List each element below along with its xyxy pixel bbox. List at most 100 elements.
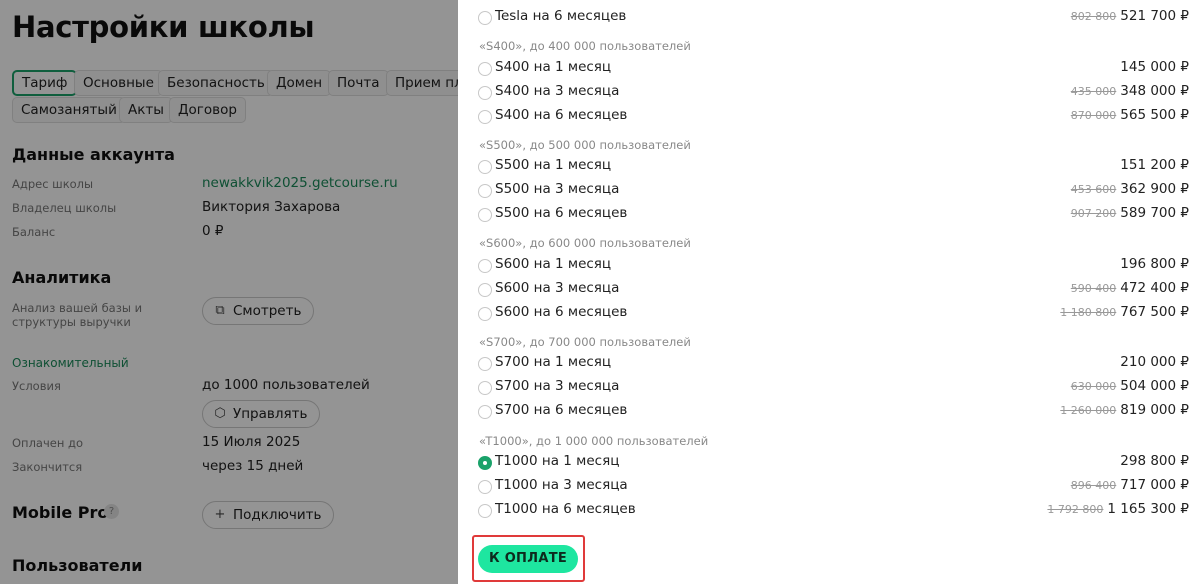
radio-button[interactable] (478, 160, 492, 174)
plan-old-price: 1 792 800 (1047, 503, 1104, 516)
plan-old-price: 453 600 (1070, 183, 1117, 196)
plan-old-price: 1 260 000 (1060, 404, 1117, 417)
radio-button[interactable] (478, 357, 492, 371)
plan-option[interactable]: S400 на 6 месяцев 870 000 565 500 ₽ (478, 106, 1189, 128)
plan-option-name: T1000 на 6 месяцев (495, 501, 636, 517)
plan-option-name: S500 на 6 месяцев (495, 205, 628, 221)
plan-option[interactable]: S600 на 3 месяца 590 400 472 400 ₽ (478, 279, 1189, 301)
plan-price: 362 900 ₽ (1120, 181, 1189, 197)
plan-option-name: S400 на 1 месяц (495, 59, 612, 75)
plan-option-price-block: 1 180 800 767 500 ₽ (1060, 304, 1189, 320)
plan-price: 565 500 ₽ (1120, 107, 1189, 123)
plan-option-price-block: 907 200 589 700 ₽ (1071, 205, 1189, 221)
plan-option-price-block: 896 400 717 000 ₽ (1071, 477, 1189, 493)
plan-option-name: S700 на 3 месяца (495, 378, 620, 394)
plan-old-price: 1 180 800 (1060, 306, 1117, 319)
plan-option-price-block: 870 000 565 500 ₽ (1071, 107, 1189, 123)
plan-option-price-block: 802 800 521 700 ₽ (1071, 8, 1189, 24)
plan-option-price-block: 1 260 000 819 000 ₽ (1060, 402, 1189, 418)
plan-option-price-block: 1 792 800 1 165 300 ₽ (1047, 501, 1189, 517)
radio-button[interactable] (478, 307, 492, 321)
modal-overlay[interactable] (0, 0, 458, 584)
plan-old-price: 435 000 (1070, 85, 1117, 98)
tariff-group-title: «S700», до 700 000 пользователей (479, 335, 691, 349)
plan-option[interactable]: S400 на 3 месяца 435 000 348 000 ₽ (478, 82, 1189, 104)
radio-button[interactable] (478, 11, 492, 25)
plan-option-price-block: 630 000 504 000 ₽ (1071, 378, 1189, 394)
plan-old-price: 896 400 (1070, 479, 1117, 492)
radio-button[interactable] (478, 259, 492, 273)
plan-price: 472 400 ₽ (1120, 280, 1189, 296)
plan-option[interactable]: S600 на 6 месяцев 1 180 800 767 500 ₽ (478, 303, 1189, 325)
plan-option-name: S400 на 6 месяцев (495, 107, 628, 123)
plan-option-name: S700 на 6 месяцев (495, 402, 628, 418)
plan-option-price-block: 145 000 ₽ (1120, 59, 1189, 75)
plan-price: 589 700 ₽ (1120, 205, 1189, 221)
plan-price: 1 165 300 ₽ (1107, 501, 1189, 517)
plan-option[interactable]: S500 на 1 месяц 151 200 ₽ (478, 156, 1189, 178)
plan-option[interactable]: T1000 на 6 месяцев 1 792 800 1 165 300 ₽ (478, 500, 1189, 522)
plan-price: 767 500 ₽ (1120, 304, 1189, 320)
plan-option[interactable]: T1000 на 3 месяца 896 400 717 000 ₽ (478, 476, 1189, 498)
plan-option-name: T1000 на 1 месяц (495, 453, 620, 469)
radio-button[interactable] (478, 110, 492, 124)
plan-old-price: 870 000 (1070, 109, 1117, 122)
plan-option-name: S600 на 6 месяцев (495, 304, 628, 320)
plan-price: 151 200 ₽ (1120, 157, 1189, 173)
radio-button[interactable] (478, 208, 492, 222)
plan-option[interactable]: S700 на 3 месяца 630 000 504 000 ₽ (478, 377, 1189, 399)
plan-option-selected[interactable]: T1000 на 1 месяц 298 800 ₽ (478, 452, 1189, 474)
settings-page: Настройки школы Тариф Основные Безопасно… (0, 0, 458, 584)
plan-price: 504 000 ₽ (1120, 378, 1189, 394)
radio-button[interactable] (478, 86, 492, 100)
tariff-group-title: «S400», до 400 000 пользователей (479, 39, 691, 53)
plan-option-price-block: 298 800 ₽ (1120, 453, 1189, 469)
plan-price: 717 000 ₽ (1120, 477, 1189, 493)
plan-option-name: S500 на 1 месяц (495, 157, 612, 173)
tariff-group-title: «S500», до 500 000 пользователей (479, 138, 691, 152)
plan-price: 196 800 ₽ (1120, 256, 1189, 272)
radio-button[interactable] (478, 405, 492, 419)
plan-old-price: 802 800 (1070, 10, 1117, 23)
tariff-group-title: «T1000», до 1 000 000 пользователей (479, 434, 709, 448)
plan-price: 819 000 ₽ (1120, 402, 1189, 418)
radio-button[interactable] (478, 184, 492, 198)
radio-button[interactable] (478, 504, 492, 518)
plan-option-name: S700 на 1 месяц (495, 354, 612, 370)
plan-option-name: S500 на 3 месяца (495, 181, 620, 197)
plan-option-name: S400 на 3 месяца (495, 83, 620, 99)
plan-option-name: S600 на 3 месяца (495, 280, 620, 296)
plan-option[interactable]: Tesla на 6 месяцев 802 800 521 700 ₽ (478, 7, 1189, 29)
plan-price: 348 000 ₽ (1120, 83, 1189, 99)
plan-option-price-block: 151 200 ₽ (1120, 157, 1189, 173)
radio-button[interactable] (478, 283, 492, 297)
plan-option[interactable]: S500 на 3 месяца 453 600 362 900 ₽ (478, 180, 1189, 202)
tariff-group-title: «S600», до 600 000 пользователей (479, 236, 691, 250)
plan-option[interactable]: S500 на 6 месяцев 907 200 589 700 ₽ (478, 204, 1189, 226)
radio-button[interactable] (478, 62, 492, 76)
plan-option-price-block: 453 600 362 900 ₽ (1071, 181, 1189, 197)
plan-price: 521 700 ₽ (1120, 8, 1189, 24)
plan-option-name: S600 на 1 месяц (495, 256, 612, 272)
radio-button-checked[interactable] (478, 456, 492, 470)
plan-old-price: 907 200 (1070, 207, 1117, 220)
plan-option-name: Tesla на 6 месяцев (495, 8, 627, 24)
plan-old-price: 630 000 (1070, 380, 1117, 393)
plan-option-name: T1000 на 3 месяца (495, 477, 628, 493)
plan-option[interactable]: S700 на 6 месяцев 1 260 000 819 000 ₽ (478, 401, 1189, 423)
plan-price: 210 000 ₽ (1120, 354, 1189, 370)
radio-button[interactable] (478, 480, 492, 494)
radio-button[interactable] (478, 381, 492, 395)
pay-button[interactable]: К ОПЛАТЕ (478, 545, 578, 573)
plan-option[interactable]: S400 на 1 месяц 145 000 ₽ (478, 58, 1189, 80)
tariff-panel: Tesla на 6 месяцев 802 800 521 700 ₽ «S40… (458, 0, 1199, 584)
plan-price: 145 000 ₽ (1120, 59, 1189, 75)
plan-price: 298 800 ₽ (1120, 453, 1189, 469)
plan-option-price-block: 196 800 ₽ (1120, 256, 1189, 272)
plan-option-price-block: 210 000 ₽ (1120, 354, 1189, 370)
plan-option-price-block: 590 400 472 400 ₽ (1071, 280, 1189, 296)
plan-option[interactable]: S700 на 1 месяц 210 000 ₽ (478, 353, 1189, 375)
plan-old-price: 590 400 (1070, 282, 1117, 295)
plan-option[interactable]: S600 на 1 месяц 196 800 ₽ (478, 255, 1189, 277)
plan-option-price-block: 435 000 348 000 ₽ (1071, 83, 1189, 99)
